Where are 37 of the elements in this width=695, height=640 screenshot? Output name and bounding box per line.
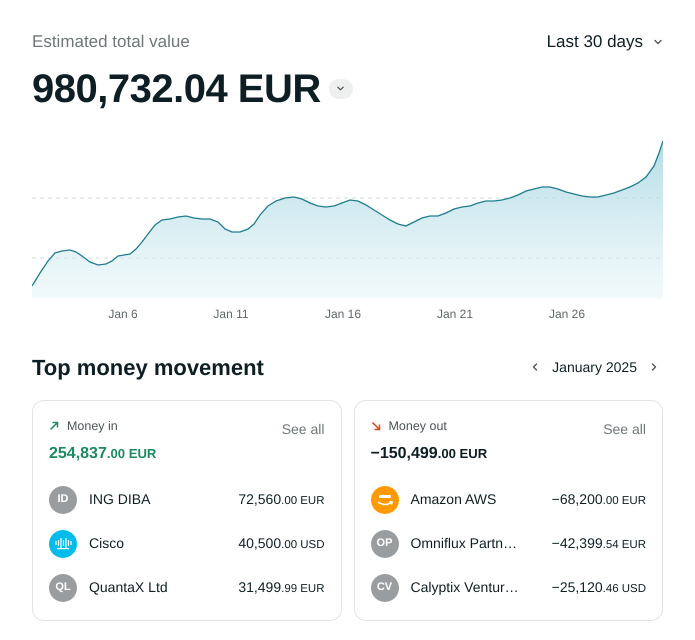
avatar: QL [49, 574, 77, 602]
card-label: Money out [388, 418, 447, 435]
amount-text: −25,120.46 USD [552, 578, 646, 597]
avatar: ID [49, 486, 77, 514]
amount-text: 31,499.99 EUR [238, 578, 324, 597]
card-total: −150,499.00 EUR [370, 444, 488, 464]
amount-text: 72,560.00 EUR [238, 490, 324, 509]
amount-text: −68,200.00 EUR [552, 490, 646, 509]
company-name: Amazon AWS [410, 490, 496, 509]
axis-label: Jan 11 [213, 306, 249, 322]
label-text: Estimated total value [32, 31, 190, 53]
arrow-up-right-icon [49, 420, 59, 431]
amount-text: 40,500.00 USD [238, 534, 324, 553]
card-label: Money in [67, 418, 118, 435]
card-total: 254,837.00 EUR [49, 444, 158, 464]
arrow-down-right-icon [370, 420, 380, 431]
company-name: Omniflux Partn… [410, 534, 518, 553]
avatar: CV [370, 574, 398, 602]
company-name: ING DIBA [89, 490, 150, 509]
see-all-link[interactable]: See all [282, 418, 324, 440]
total-value: 980,732.04 EUR [32, 68, 321, 108]
section-title: Top money movement [32, 354, 264, 382]
axis-label: Jan 16 [324, 306, 362, 322]
company-name: QuantaX Ltd [89, 578, 168, 597]
month-label: January 2025 [552, 358, 637, 377]
see-all-link[interactable]: See all [603, 418, 646, 440]
chevron-down-icon [336, 84, 346, 93]
expand-button[interactable] [328, 78, 353, 98]
axis-label: Jan 21 [436, 306, 474, 322]
amount-text: −42,399.54 EUR [552, 534, 646, 553]
chevron-right-icon [649, 362, 659, 372]
period-dropdown[interactable]: Last 30 days [546, 29, 663, 54]
company-name: Calyptix Ventur… [410, 578, 519, 597]
axis-label: Jan 6 [108, 306, 138, 322]
avatar: OP [370, 530, 398, 558]
axis-label: Jan 26 [548, 306, 586, 322]
company-name: Cisco [89, 534, 124, 553]
